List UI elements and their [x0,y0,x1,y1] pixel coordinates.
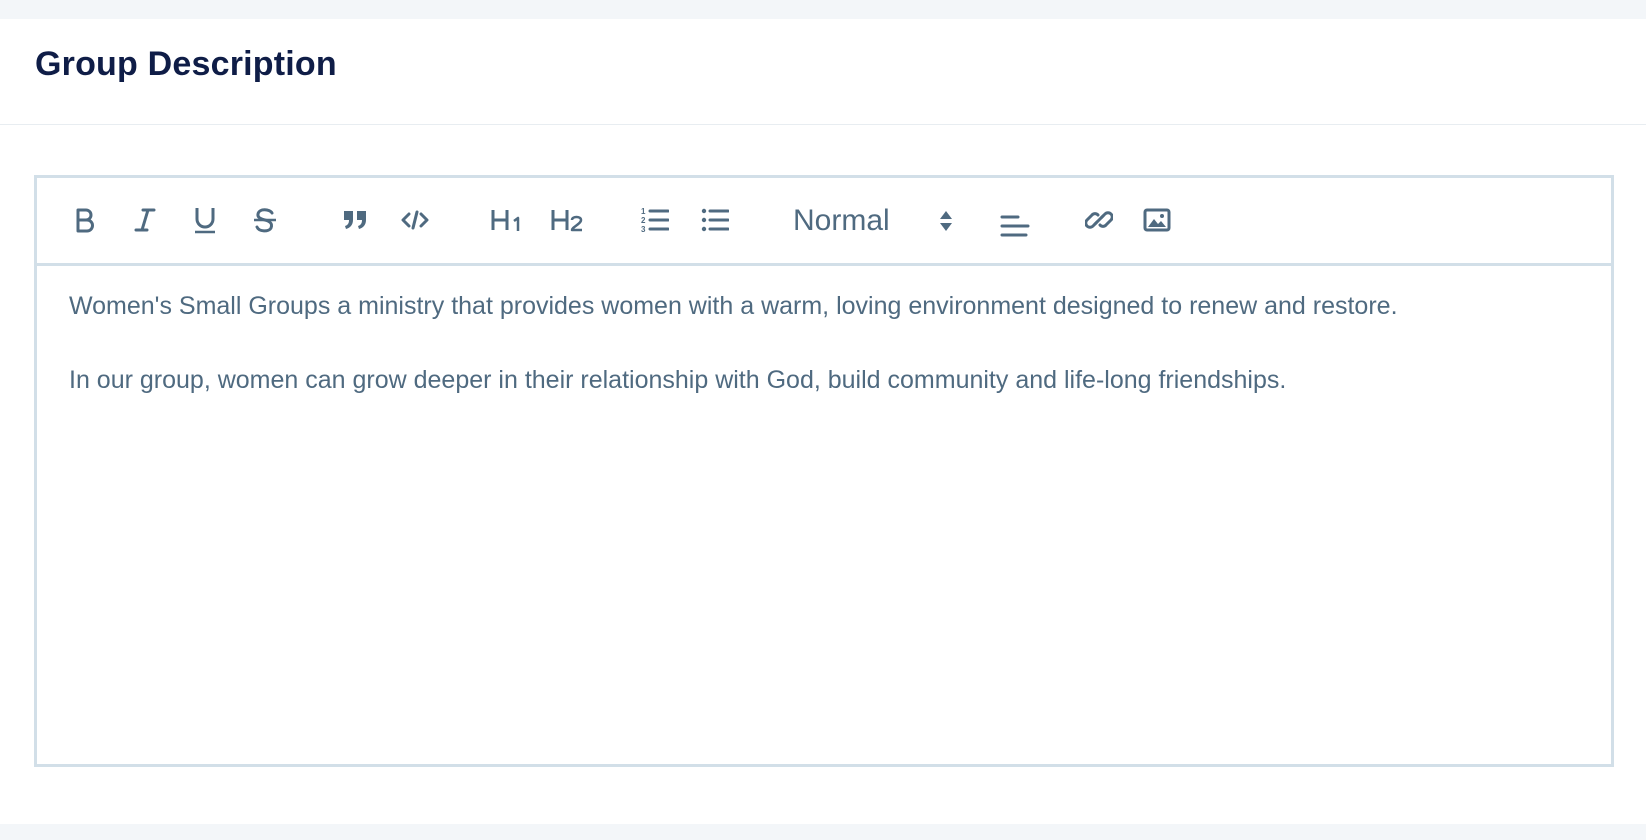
italic-button[interactable] [127,202,163,238]
bold-icon [76,208,94,233]
group-description-card: Group Description 1 2 3 Normal Women's S… [0,19,1646,824]
underline-icon [195,208,215,234]
bullet-list-icon [701,208,729,232]
heading2-icon [551,210,583,232]
chevron-up-down-icon [940,211,952,231]
heading1-button[interactable] [485,202,529,238]
image-icon [1143,208,1171,232]
editor-content[interactable]: Women's Small Groups a ministry that pro… [69,290,1591,438]
strikethrough-button[interactable] [247,202,283,238]
align-button[interactable] [997,206,1033,242]
page-title: Group Description [35,45,337,83]
heading2-button[interactable] [545,202,589,238]
svg-text:2: 2 [641,216,646,225]
link-icon [1085,211,1113,229]
align-left-icon [1000,215,1030,237]
bullet-list-button[interactable] [697,202,733,238]
svg-text:3: 3 [641,225,646,234]
block-format-select[interactable]: Normal [793,200,971,242]
underline-button[interactable] [187,202,223,238]
rich-text-editor: 1 2 3 Normal Women's Small Groups a mini… [34,175,1614,767]
link-button[interactable] [1081,202,1117,238]
heading1-icon [491,210,520,231]
blockquote-button[interactable] [337,202,373,238]
ordered-list-icon: 1 2 3 [641,207,669,234]
strikethrough-icon [254,208,276,233]
bold-button[interactable] [67,202,103,238]
card-header: Group Description [0,19,1646,125]
image-button[interactable] [1139,202,1175,238]
editor-paragraph: In our group, women can grow deeper in t… [69,366,1287,394]
editor-paragraph: Women's Small Groups a ministry that pro… [69,292,1398,320]
ordered-list-button[interactable]: 1 2 3 [637,202,673,238]
code-icon [401,210,429,230]
italic-icon [134,208,156,232]
code-button[interactable] [397,202,433,238]
quote-icon [344,211,366,229]
svg-text:1: 1 [641,207,646,216]
editor-toolbar: 1 2 3 Normal [37,178,1611,266]
block-format-value: Normal [793,204,890,237]
